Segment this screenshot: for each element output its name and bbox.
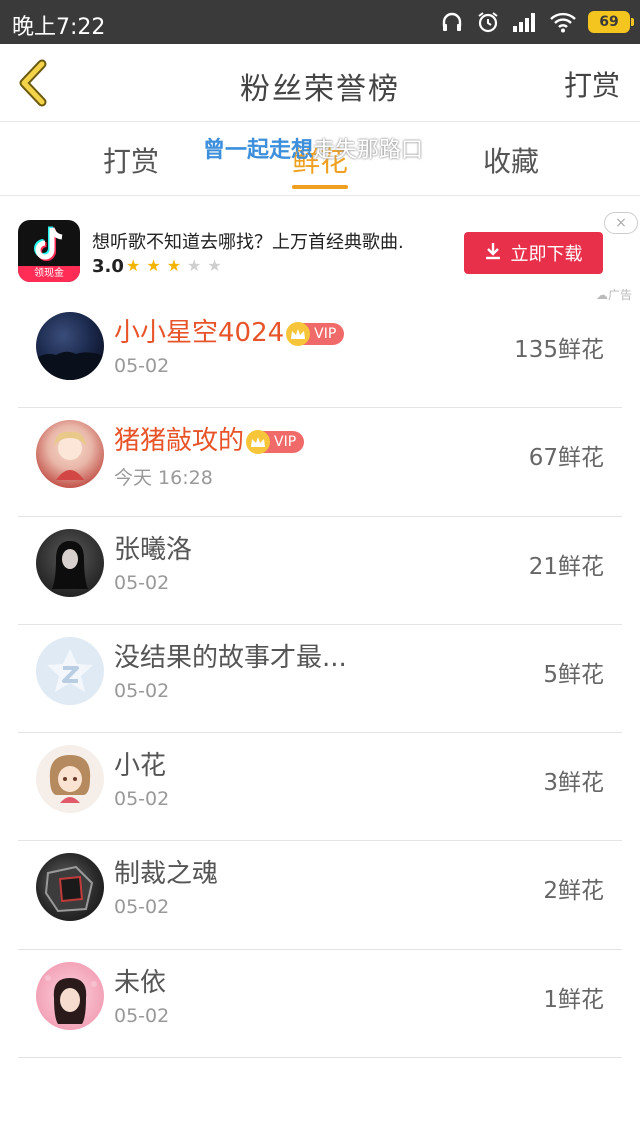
date: 05-02	[114, 1004, 170, 1027]
list-item[interactable]: 小花 05-02 3鲜花	[18, 733, 622, 842]
user-name: 未依	[114, 967, 167, 998]
tab-favorites[interactable]: 收藏	[483, 140, 539, 180]
star-empty-icon: ★	[187, 256, 202, 275]
tab-tips[interactable]: 打赏	[103, 140, 159, 180]
list-item[interactable]: 未依 05-02 1鲜花	[18, 950, 622, 1059]
danmaku-text-1: 曾一起走想	[203, 138, 314, 163]
download-button[interactable]: 立即下载	[464, 232, 603, 274]
user-name: 张曦洛	[114, 534, 193, 565]
user-name: 猪猪敲攻的 VIP	[114, 420, 305, 457]
crown-icon	[286, 321, 311, 346]
danmaku-overlay: 曾一起走想走失那路口	[203, 132, 423, 164]
star-icon: ★	[166, 256, 182, 275]
list-item[interactable]: 猪猪敲攻的 VIP 今天 16:28 67鲜花	[18, 408, 622, 517]
user-name: 小小星空4024 VIP	[114, 312, 345, 349]
tip-button[interactable]: 打赏	[564, 64, 620, 104]
status-bar: 晚上7:22 69	[0, 0, 640, 44]
download-label: 立即下载	[510, 244, 583, 265]
avatar	[36, 961, 104, 1030]
danmaku-text-2: 走失那路口	[313, 138, 424, 163]
date: 05-02	[114, 788, 170, 811]
page-title: 粉丝荣誉榜	[240, 72, 400, 107]
avatar	[36, 420, 104, 489]
logo-badge: 领现金	[18, 266, 80, 282]
user-name: 制裁之魂	[114, 859, 219, 890]
ad-close-button[interactable]: ×	[604, 212, 638, 234]
status-time: 晚上7:22	[12, 15, 106, 40]
app-logo-icon: 领现金	[18, 220, 80, 282]
active-tab-indicator	[292, 185, 348, 189]
flower-count: 135鲜花	[514, 337, 604, 363]
star-icon: ★	[126, 256, 141, 275]
user-name: 没结果的故事才最...	[114, 642, 347, 673]
flower-count: 21鲜花	[528, 553, 604, 580]
date: 05-02	[114, 679, 170, 702]
star-icon: ★	[146, 256, 161, 275]
alarm-icon	[476, 10, 500, 34]
date: 05-02	[114, 571, 170, 594]
avatar	[36, 853, 104, 922]
ad-rating: 3.0	[92, 256, 124, 277]
ad-text: 想听歌不知道去哪找？上万首经典歌曲.	[92, 232, 404, 253]
list-item[interactable]: 小小星空4024 VIP 05-02 135鲜花	[18, 300, 622, 409]
date: 今天 16:28	[114, 467, 213, 490]
star-empty-icon: ★	[207, 256, 222, 275]
tab-bar: 打赏 鲜花 收藏 曾一起走想走失那路口	[0, 122, 640, 196]
avatar	[36, 312, 104, 380]
avatar	[36, 528, 104, 597]
user-name: 小花	[114, 751, 167, 782]
title-bar: 粉丝荣誉榜 打赏	[0, 44, 640, 122]
flower-count: 1鲜花	[543, 986, 604, 1013]
rating-stars: ★ ★ ★ ★ ★	[126, 256, 222, 275]
flower-count: 3鲜花	[543, 770, 604, 797]
battery-icon: 69	[588, 11, 634, 33]
list-item[interactable]: 没结果的故事才最... 05-02 5鲜花	[18, 625, 622, 734]
vip-badge: VIP	[286, 321, 345, 346]
ad-banner[interactable]: 领现金 想听歌不知道去哪找？上万首经典歌曲. 3.0 ★ ★ ★ ★ ★ 立即下…	[0, 196, 640, 300]
date: 05-02	[114, 896, 170, 919]
vip-badge: VIP	[246, 429, 305, 454]
wifi-icon	[550, 11, 576, 33]
headphones-icon	[440, 10, 464, 34]
crown-icon	[246, 429, 271, 454]
signal-icon	[512, 12, 538, 32]
avatar	[36, 636, 104, 705]
date: 05-02	[114, 355, 170, 377]
download-icon	[485, 242, 501, 265]
flower-count: 67鲜花	[528, 445, 604, 472]
status-icons: 69	[440, 8, 634, 36]
ranking-list: 小小星空4024 VIP 05-02 135鲜花 猪猪敲攻的 VIP 今天 16:2…	[18, 300, 622, 1059]
flower-count: 5鲜花	[543, 661, 604, 688]
list-item[interactable]: 张曦洛 05-02 21鲜花	[18, 517, 622, 625]
avatar	[36, 745, 104, 814]
list-item[interactable]: 制裁之魂 05-02 2鲜花	[18, 841, 622, 950]
flower-count: 2鲜花	[543, 878, 604, 905]
